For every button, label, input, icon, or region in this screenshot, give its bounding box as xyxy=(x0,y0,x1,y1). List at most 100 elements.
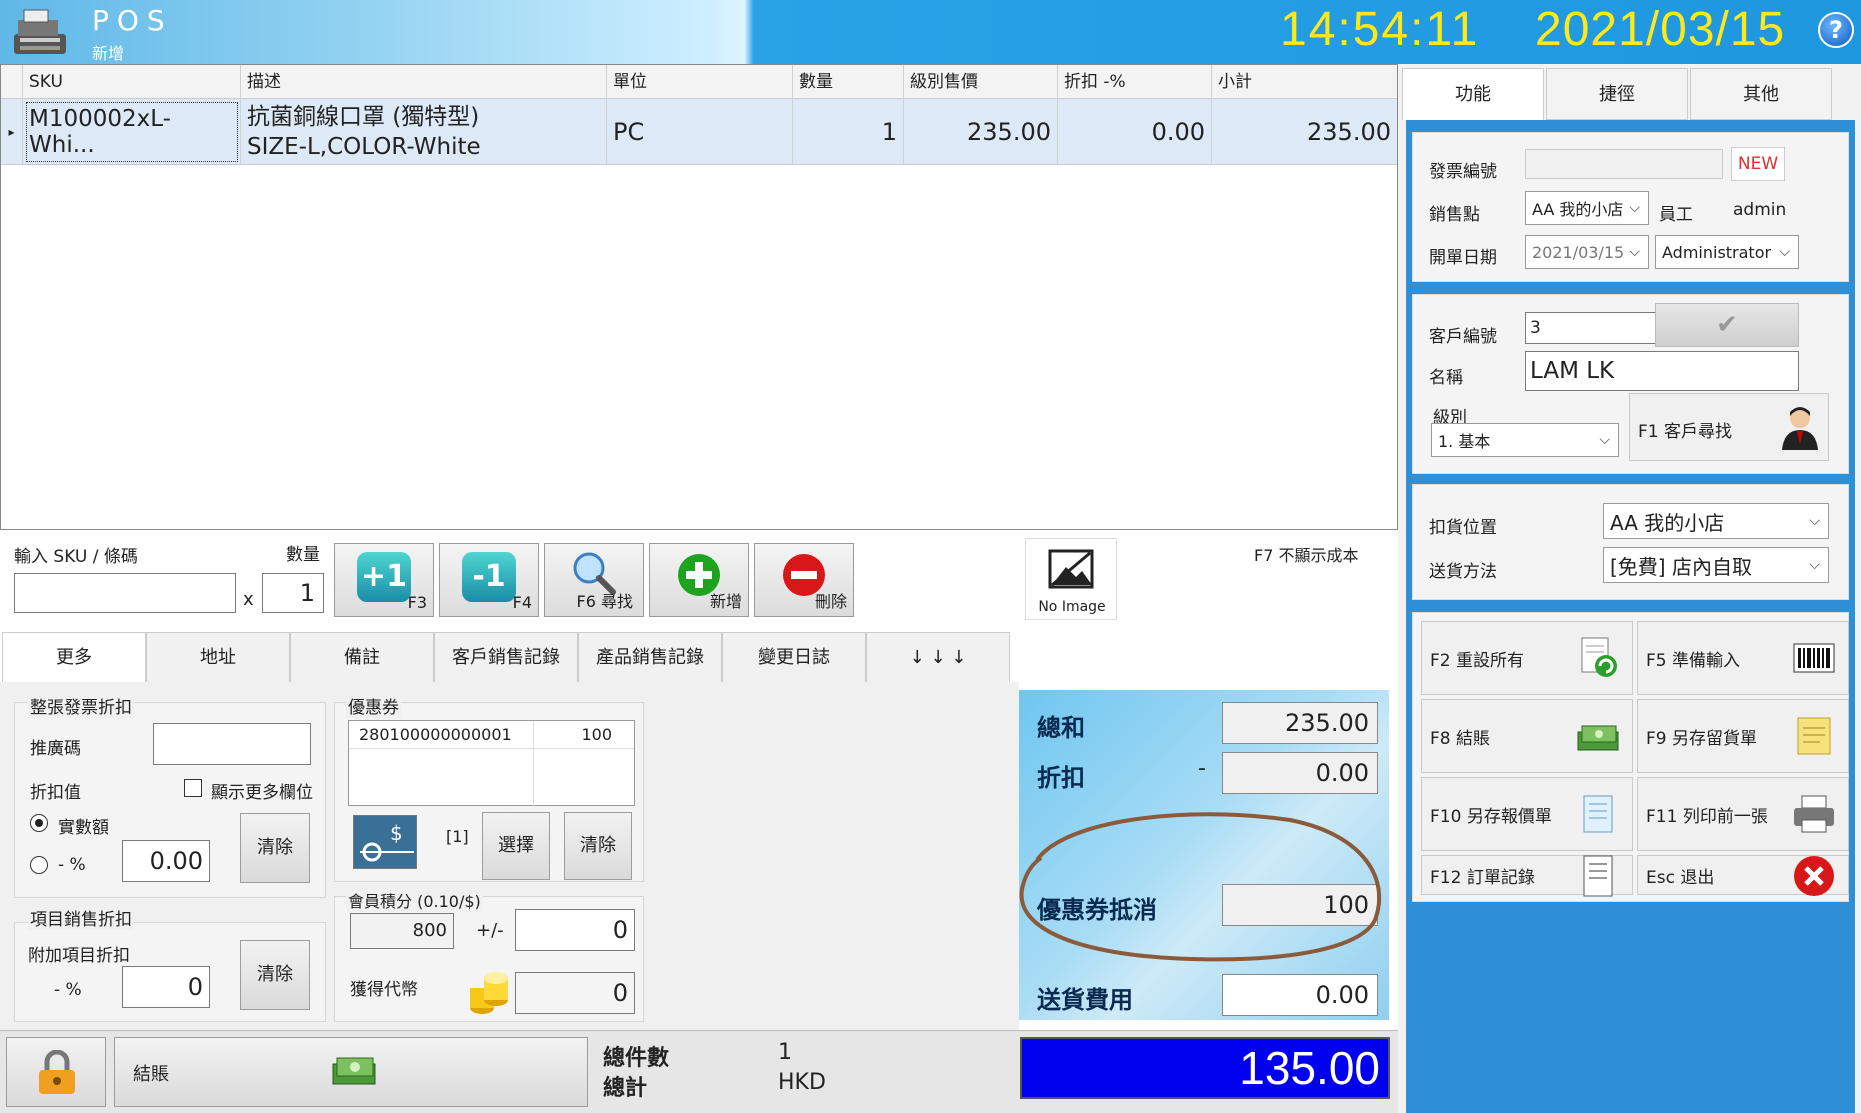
stock-location-select[interactable]: AA 我的小店 ⌵ xyxy=(1603,503,1829,539)
invoice-discount-title: 整張發票折扣 xyxy=(28,693,134,718)
no-image-icon xyxy=(1048,549,1094,589)
document-icon xyxy=(1583,855,1613,897)
clear-item-discount-button[interactable]: 清除 xyxy=(240,940,310,1010)
cell-qty[interactable]: 1 xyxy=(793,99,904,165)
qty-input[interactable]: 1 xyxy=(262,573,324,613)
show-more-checkbox[interactable] xyxy=(184,779,202,797)
shipping-input[interactable]: 0.00 xyxy=(1222,974,1378,1016)
open-date-label: 開單日期 xyxy=(1429,248,1497,268)
exit-button[interactable]: Esc 退出 xyxy=(1637,855,1849,896)
tab-change-log[interactable]: 變更日誌 xyxy=(722,632,866,682)
list-item[interactable]: 280100000000001 100 xyxy=(349,721,634,807)
col-discount[interactable]: 折扣 -% xyxy=(1058,65,1212,99)
tab-product-sales[interactable]: 產品銷售記錄 xyxy=(578,632,722,682)
tab-expand[interactable]: ↓ ↓ ↓ xyxy=(866,632,1010,682)
tokens-input[interactable]: 0 xyxy=(515,972,635,1014)
col-sku[interactable]: SKU xyxy=(23,65,241,99)
invoice-no-input[interactable] xyxy=(1525,149,1723,179)
tab-others[interactable]: 其他 xyxy=(1690,68,1832,120)
row-pointer-icon: ▸ xyxy=(1,99,23,165)
confirm-customer-icon[interactable]: ✔ xyxy=(1655,303,1799,347)
staff-select[interactable]: Administrator ⌵ xyxy=(1655,235,1799,269)
customer-no-input[interactable]: 3 xyxy=(1525,312,1675,344)
customer-search-button[interactable]: F1 客戶尋找 xyxy=(1629,393,1829,461)
table-row[interactable]: ▸ M100002xL-Whi... 抗菌銅線口罩 (獨特型) SIZE-L,C… xyxy=(1,99,1397,165)
checkout-button[interactable]: 結賬 xyxy=(114,1037,588,1107)
level-select-value: 1. 基本 xyxy=(1438,432,1491,451)
staff-label: 員工 xyxy=(1659,205,1693,225)
invoice-section: 發票編號 NEW 銷售點 AA 我的小店 ⌵ 員工 admin 開單日期 2021… xyxy=(1412,132,1849,282)
order-history-button[interactable]: F12 訂單記錄 xyxy=(1421,855,1633,897)
chevron-down-icon: ⌵ xyxy=(1629,200,1640,216)
shipping-label: 送貨費用 xyxy=(1037,986,1133,1014)
stock-location-value: AA 我的小店 xyxy=(1610,510,1725,535)
delivery-method-select[interactable]: [免費] 店內自取 ⌵ xyxy=(1603,547,1829,583)
print-previous-button[interactable]: F11 列印前一張 xyxy=(1637,777,1849,851)
cell-price[interactable]: 235.00 xyxy=(904,99,1058,165)
checkout-fkey-button[interactable]: F8 結賬 xyxy=(1421,699,1633,773)
coupon-list[interactable]: 280100000000001 100 xyxy=(348,720,635,807)
tab-address[interactable]: 地址 xyxy=(146,632,290,682)
sku-input[interactable] xyxy=(14,573,236,613)
add-button[interactable]: 新增 xyxy=(649,543,749,617)
item-percent-label: - % xyxy=(54,980,82,1000)
tab-customer-sales[interactable]: 客戶銷售記錄 xyxy=(434,632,578,682)
col-subtotal[interactable]: 小計 xyxy=(1212,65,1397,99)
search-button[interactable]: F6 尋找 xyxy=(544,543,644,617)
points-adjust-input[interactable]: 0 xyxy=(515,909,635,951)
clear-discount-button[interactable]: 清除 xyxy=(240,813,310,883)
sales-grid: SKU 描述 單位 數量 級別售價 折扣 -% 小計 ▸ M100002xL-W… xyxy=(0,64,1398,530)
help-icon[interactable]: ? xyxy=(1818,12,1854,48)
cell-discount[interactable]: 0.00 xyxy=(1058,99,1212,165)
promo-code-input[interactable] xyxy=(153,723,311,765)
cell-subtotal[interactable]: 235.00 xyxy=(1212,99,1397,165)
shop-label: 銷售點 xyxy=(1429,205,1480,225)
level-select[interactable]: 1. 基本 ⌵ xyxy=(1431,423,1619,457)
tab-remarks[interactable]: 備註 xyxy=(290,632,434,682)
open-date-picker[interactable]: 2021/03/15 ⌵ xyxy=(1525,235,1649,269)
customer-no-label: 客戶編號 xyxy=(1429,327,1497,347)
coupon-icon: $ xyxy=(353,815,417,869)
percent-radio[interactable] xyxy=(30,856,48,874)
coupon-code: 280100000000001 xyxy=(359,725,512,744)
plus-one-key: F3 xyxy=(407,593,427,612)
cost-toggle[interactable]: F7 不顯示成本 xyxy=(1254,542,1358,566)
times-label: x xyxy=(243,589,254,610)
delete-button[interactable]: 刪除 xyxy=(754,543,854,617)
discount-input[interactable]: 0.00 xyxy=(122,840,210,882)
save-quote-button[interactable]: F10 另存報價單 xyxy=(1421,777,1633,851)
cell-description[interactable]: 抗菌銅線口罩 (獨特型) SIZE-L,COLOR-White xyxy=(241,99,607,165)
tab-functions[interactable]: 功能 xyxy=(1402,68,1544,120)
customer-name-input[interactable]: LAM LK xyxy=(1525,351,1799,391)
col-price[interactable]: 級別售價 xyxy=(904,65,1058,99)
svg-text:$: $ xyxy=(390,821,403,845)
stock-location-label: 扣貨位置 xyxy=(1429,518,1497,538)
new-button[interactable]: NEW xyxy=(1731,147,1785,181)
col-description[interactable]: 描述 xyxy=(241,65,607,99)
amount-radio[interactable] xyxy=(30,814,48,832)
prepare-input-button[interactable]: F5 準備輸入 xyxy=(1637,621,1849,695)
item-percent-input[interactable]: 0 xyxy=(122,966,210,1008)
plus-one-button[interactable]: +1 F3 xyxy=(334,543,434,617)
app-title: POS xyxy=(92,4,173,37)
coupon-clear-button[interactable]: 清除 xyxy=(564,812,632,880)
minus-one-icon: -1 xyxy=(462,552,516,602)
lock-button[interactable] xyxy=(6,1037,106,1107)
customer-search-label: F1 客戶尋找 xyxy=(1638,422,1732,442)
customer-name-label: 名稱 xyxy=(1429,368,1463,388)
reset-all-button[interactable]: F2 重設所有 xyxy=(1421,621,1633,695)
tab-shortcuts[interactable]: 捷徑 xyxy=(1546,68,1688,120)
col-qty[interactable]: 數量 xyxy=(793,65,904,99)
coupon-col-divider xyxy=(533,721,534,807)
item-count-label: 總件數 xyxy=(603,1046,670,1071)
shop-select[interactable]: AA 我的小店 ⌵ xyxy=(1525,191,1649,225)
cash-register-icon xyxy=(10,6,70,58)
cell-sku[interactable]: M100002xL-Whi... xyxy=(23,99,241,165)
sum-label: 總和 xyxy=(1037,714,1085,742)
minus-one-button[interactable]: -1 F4 xyxy=(439,543,539,617)
cell-unit[interactable]: PC xyxy=(607,99,793,165)
col-unit[interactable]: 單位 xyxy=(607,65,793,99)
coupon-select-button[interactable]: 選擇 xyxy=(482,812,550,880)
save-hold-button[interactable]: F9 另存留貨單 xyxy=(1637,699,1849,773)
tab-more[interactable]: 更多 xyxy=(2,632,146,682)
